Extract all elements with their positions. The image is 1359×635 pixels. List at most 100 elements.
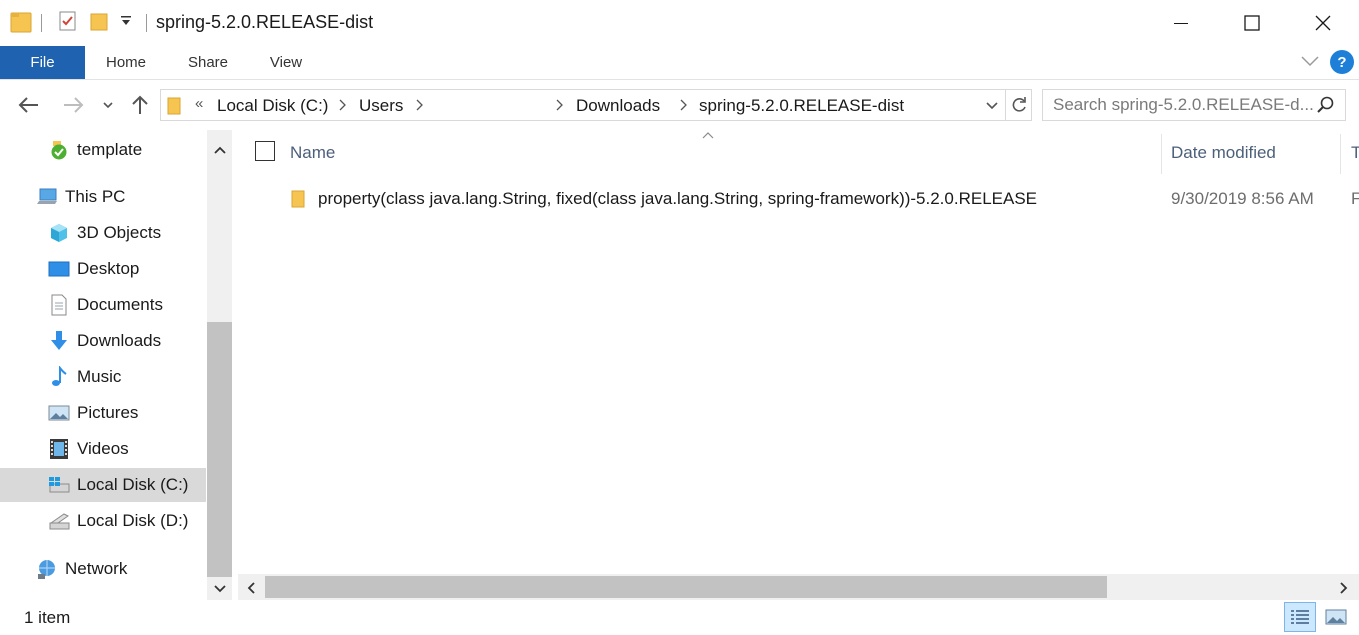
properties-icon[interactable] [58, 10, 78, 37]
nav-item-label: Local Disk (D:) [77, 511, 189, 530]
document-icon [48, 294, 70, 316]
new-folder-icon[interactable] [90, 10, 108, 37]
column-header-name[interactable]: Name [290, 143, 335, 163]
nav-item-3d-objects[interactable]: 3D Objects [0, 216, 206, 250]
windows-drive-icon [48, 474, 70, 496]
scrollbar-thumb[interactable] [207, 322, 232, 577]
forward-arrow-icon [64, 97, 84, 113]
column-header-type[interactable]: T [1351, 143, 1359, 163]
details-view-icon [1291, 610, 1309, 624]
tab-file[interactable]: File [0, 46, 85, 79]
scroll-right-chevron-icon[interactable] [1339, 581, 1349, 600]
forward-button[interactable] [60, 90, 86, 120]
network-icon [36, 558, 58, 580]
computer-icon [36, 186, 58, 208]
breadcrumb-separator-icon[interactable] [415, 99, 423, 114]
maximize-button[interactable] [1216, 0, 1288, 46]
nav-item-local-disk-d[interactable]: Local Disk (D:) [0, 504, 206, 538]
breadcrumb-local-disk-c[interactable]: Local Disk (C:) [217, 96, 328, 116]
expand-ribbon-chevron-icon[interactable] [1300, 54, 1320, 73]
details-view-button[interactable] [1284, 602, 1316, 632]
up-arrow-icon [132, 95, 148, 114]
search-input[interactable] [1043, 90, 1313, 120]
file-list-pane: Name Date modified T property(class java… [238, 130, 1359, 600]
folder-icon [10, 10, 32, 39]
column-separator[interactable] [1340, 134, 1341, 174]
nav-item-label: Network [65, 559, 128, 578]
desktop-icon [48, 258, 70, 280]
nav-item-label: Documents [77, 295, 163, 314]
search-icon[interactable] [1317, 96, 1335, 119]
up-button[interactable] [127, 90, 153, 120]
address-bar[interactable]: « Local Disk (C:) Users Downloads spring… [160, 89, 1006, 121]
search-box[interactable] [1042, 89, 1346, 121]
back-arrow-icon [18, 97, 38, 113]
select-all-checkbox[interactable] [255, 141, 275, 161]
nav-pane-scrollbar[interactable] [207, 130, 232, 600]
file-row[interactable]: property(class java.lang.String, fixed(c… [238, 182, 1359, 216]
film-icon [48, 438, 70, 460]
nav-item-label: Desktop [77, 259, 140, 278]
nav-item-downloads[interactable]: Downloads [0, 324, 206, 358]
nav-item-pictures[interactable]: Pictures [0, 396, 206, 430]
scroll-up-chevron-icon[interactable] [213, 142, 227, 160]
nav-item-this-pc[interactable]: This PC [0, 180, 206, 214]
tab-share[interactable]: Share [176, 46, 240, 79]
nav-item-network[interactable]: Network [0, 552, 206, 586]
maximize-icon [1244, 15, 1260, 31]
breadcrumb-separator-icon[interactable] [338, 99, 346, 114]
column-header-date-modified[interactable]: Date modified [1171, 143, 1276, 163]
nav-item-label: Music [77, 367, 122, 386]
breadcrumb-separator-icon[interactable] [555, 99, 563, 114]
title-separator [146, 14, 147, 32]
breadcrumb-separator-icon[interactable] [679, 99, 687, 114]
help-icon[interactable]: ? [1330, 50, 1354, 74]
breadcrumb-overflow[interactable]: « [195, 95, 203, 112]
nav-item-label: Local Disk (C:) [77, 475, 189, 494]
address-history-dropdown[interactable] [985, 99, 999, 117]
customize-toolbar-icon[interactable] [120, 14, 132, 33]
nav-item-documents[interactable]: Documents [0, 288, 206, 322]
nav-item-label: Videos [77, 439, 129, 458]
minimize-button[interactable] [1145, 0, 1217, 46]
nav-item-label: Downloads [77, 331, 162, 350]
nav-item-label: 3D Objects [77, 223, 162, 242]
refresh-button[interactable] [1006, 89, 1032, 121]
ribbon: File Home Share View ? [0, 46, 1359, 80]
nav-item-local-disk-c[interactable]: Local Disk (C:) [0, 468, 206, 502]
column-separator[interactable] [1161, 134, 1162, 174]
sort-ascending-chevron-icon [701, 128, 715, 146]
music-note-icon [48, 366, 70, 388]
recent-locations-button[interactable] [98, 90, 118, 120]
close-icon [1315, 15, 1331, 31]
scroll-left-chevron-icon[interactable] [246, 581, 256, 600]
horizontal-scrollbar[interactable] [238, 574, 1359, 600]
file-type: F [1351, 189, 1359, 208]
file-date-modified: 9/30/2019 8:56 AM [1171, 189, 1314, 208]
nav-item-label: template [77, 140, 143, 159]
scrollbar-thumb[interactable] [265, 576, 1107, 598]
refresh-icon [1012, 97, 1026, 112]
nav-item-videos[interactable]: Videos [0, 432, 206, 466]
large-icons-view-icon [1325, 609, 1347, 625]
window-title: spring-5.2.0.RELEASE-dist [156, 12, 374, 32]
breadcrumb-users[interactable]: Users [359, 96, 403, 116]
nav-item-desktop[interactable]: Desktop [0, 252, 206, 286]
green-check-folder-icon [48, 139, 70, 161]
nav-item-template[interactable]: template [0, 133, 206, 167]
tab-view[interactable]: View [258, 46, 314, 79]
large-icons-view-button[interactable] [1320, 602, 1352, 632]
drive-icon [48, 510, 70, 532]
breadcrumb-downloads[interactable]: Downloads [576, 96, 660, 116]
file-name[interactable]: property(class java.lang.String, fixed(c… [318, 189, 1037, 209]
nav-item-music[interactable]: Music [0, 360, 206, 394]
tab-home[interactable]: Home [92, 46, 160, 79]
chevron-down-icon [103, 102, 113, 109]
breadcrumb-current-folder[interactable]: spring-5.2.0.RELEASE-dist [699, 96, 904, 116]
folder-icon [167, 96, 181, 121]
title-separator [41, 14, 42, 32]
close-button[interactable] [1287, 0, 1359, 46]
back-button[interactable] [16, 90, 42, 120]
scroll-down-chevron-icon[interactable] [213, 581, 227, 599]
nav-item-label: This PC [65, 187, 126, 206]
